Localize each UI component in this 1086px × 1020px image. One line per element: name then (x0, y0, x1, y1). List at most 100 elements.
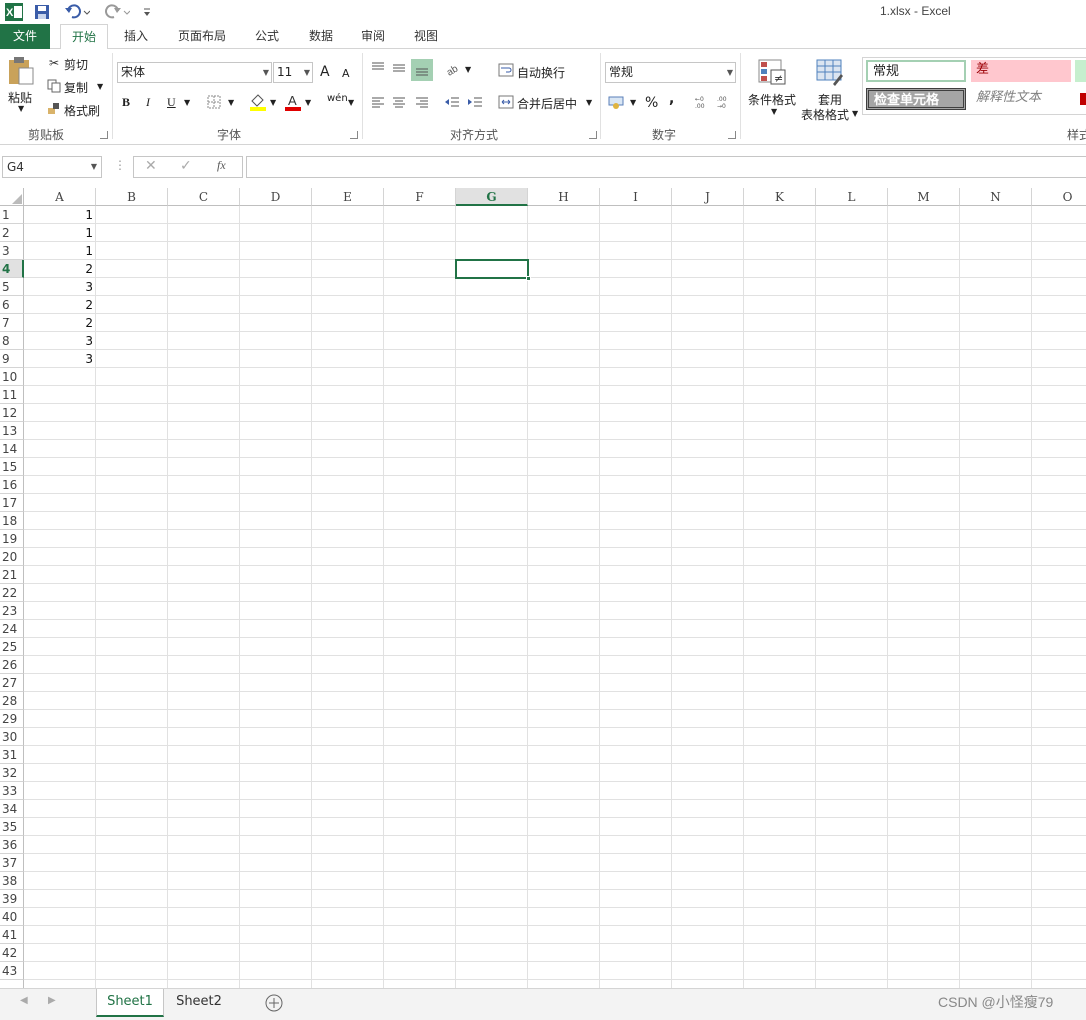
style-bad[interactable]: 差 (971, 60, 1071, 82)
row-header-37[interactable]: 37 (0, 854, 24, 872)
bold-button[interactable]: B (122, 95, 130, 110)
row-header-28[interactable]: 28 (0, 692, 24, 710)
row-header-24[interactable]: 24 (0, 620, 24, 638)
number-launcher-icon[interactable] (728, 131, 736, 139)
worksheet-grid[interactable]: ABCDEFGHIJKLMNO 1 2 3 4 5 6 7 8 9 10 11 12 13 14 15 16 1… (0, 188, 1086, 988)
row-header-29[interactable]: 29 (0, 710, 24, 728)
row-header-21[interactable]: 21 (0, 566, 24, 584)
format-as-table-line2[interactable]: 表格格式 (801, 106, 849, 123)
cancel-icon[interactable]: ✕ (145, 158, 157, 174)
font-name-select[interactable]: 宋体 ▼ (117, 62, 272, 83)
format-as-table-dropdown-icon[interactable]: ▼ (852, 109, 858, 118)
copy-dropdown-icon[interactable]: ▼ (97, 82, 103, 91)
shrink-font-button[interactable]: A (342, 67, 350, 80)
tab-view[interactable]: 视图 (403, 24, 449, 49)
add-sheet-icon[interactable] (264, 993, 284, 1013)
undo-icon[interactable] (62, 2, 92, 22)
row-header-3[interactable]: 3 (0, 242, 24, 260)
row-header-11[interactable]: 11 (0, 386, 24, 404)
row-header-25[interactable]: 25 (0, 638, 24, 656)
row-header-31[interactable]: 31 (0, 746, 24, 764)
conditional-dropdown-icon[interactable]: ▼ (771, 107, 777, 116)
row-header-30[interactable]: 30 (0, 728, 24, 746)
cell-a9[interactable]: 3 (24, 350, 96, 368)
increase-indent-icon[interactable] (466, 94, 484, 110)
row-header-23[interactable]: 23 (0, 602, 24, 620)
wrap-text-button[interactable]: 自动换行 (517, 64, 565, 81)
row-header-40[interactable]: 40 (0, 908, 24, 926)
row-header-20[interactable]: 20 (0, 548, 24, 566)
border-dropdown-icon[interactable]: ▼ (228, 98, 234, 107)
row-header-22[interactable]: 22 (0, 584, 24, 602)
row-header-14[interactable]: 14 (0, 440, 24, 458)
row-header-35[interactable]: 35 (0, 818, 24, 836)
percent-button[interactable]: % (645, 95, 658, 111)
formula-input[interactable] (246, 156, 1086, 178)
row-header-15[interactable]: 15 (0, 458, 24, 476)
merge-center-button[interactable]: 合并后居中 (517, 95, 577, 112)
column-header-k[interactable]: K (744, 188, 816, 206)
row-header-32[interactable]: 32 (0, 764, 24, 782)
row-header-12[interactable]: 12 (0, 404, 24, 422)
grow-font-button[interactable]: A (320, 64, 330, 80)
underline-dropdown-icon[interactable]: ▼ (184, 98, 190, 107)
italic-button[interactable]: I (146, 95, 150, 110)
scroll-left-icon[interactable]: ◀ (20, 995, 28, 1006)
align-top-icon[interactable] (369, 59, 387, 77)
tab-review[interactable]: 审阅 (350, 24, 396, 49)
style-check-cell[interactable]: 检查单元格 (866, 88, 966, 110)
fill-handle[interactable] (526, 276, 531, 281)
column-header-d[interactable]: D (240, 188, 312, 206)
row-header-39[interactable]: 39 (0, 890, 24, 908)
align-middle-icon[interactable] (390, 59, 408, 77)
column-header-f[interactable]: F (384, 188, 456, 206)
row-header-5[interactable]: 5 (0, 278, 24, 296)
row-header-43[interactable]: 43 (0, 962, 24, 980)
font-color-icon[interactable]: A (283, 93, 303, 111)
comma-button[interactable]: , (669, 91, 674, 107)
cell-a8[interactable]: 3 (24, 332, 96, 350)
row-header-36[interactable]: 36 (0, 836, 24, 854)
row-header-1[interactable]: 1 (0, 206, 24, 224)
cell-a3[interactable]: 1 (24, 242, 96, 260)
row-header-4[interactable]: 4 (0, 260, 24, 278)
cell-a1[interactable]: 1 (24, 206, 96, 224)
column-header-i[interactable]: I (600, 188, 672, 206)
merge-dropdown-icon[interactable]: ▼ (586, 98, 592, 107)
cut-button[interactable]: 剪切 (64, 56, 88, 73)
tab-data[interactable]: 数据 (298, 24, 344, 49)
column-header-n[interactable]: N (960, 188, 1032, 206)
column-header-b[interactable]: B (96, 188, 168, 206)
tab-insert[interactable]: 插入 (112, 24, 160, 49)
save-icon[interactable] (32, 2, 52, 22)
fill-color-dropdown-icon[interactable]: ▼ (270, 98, 276, 107)
alignment-launcher-icon[interactable] (589, 131, 597, 139)
copy-button[interactable]: 复制 (64, 79, 88, 96)
style-good-partial[interactable] (1075, 60, 1086, 82)
orientation-dropdown-icon[interactable]: ▼ (465, 65, 471, 74)
orientation-icon[interactable]: ab (444, 60, 464, 78)
border-icon[interactable] (206, 94, 222, 110)
tab-file[interactable]: 文件 (0, 24, 50, 49)
align-center-icon[interactable] (390, 94, 408, 110)
cell-a6[interactable]: 2 (24, 296, 96, 314)
column-header-c[interactable]: C (168, 188, 240, 206)
column-header-m[interactable]: M (888, 188, 960, 206)
align-right-icon[interactable] (413, 94, 431, 110)
paste-dropdown-icon[interactable]: ▼ (18, 104, 24, 113)
cell-a5[interactable]: 3 (24, 278, 96, 296)
accounting-format-icon[interactable] (607, 94, 627, 110)
paste-icon[interactable] (6, 55, 36, 87)
decrease-indent-icon[interactable] (443, 94, 461, 110)
font-size-select[interactable]: 11 ▼ (273, 62, 313, 83)
active-cell-selection[interactable] (455, 259, 531, 281)
scroll-right-icon[interactable]: ▶ (48, 995, 56, 1006)
align-left-icon[interactable] (369, 94, 387, 110)
formula-bar-grip-icon[interactable]: ⋮ (114, 158, 126, 172)
column-header-e[interactable]: E (312, 188, 384, 206)
row-header-7[interactable]: 7 (0, 314, 24, 332)
row-header-10[interactable]: 10 (0, 368, 24, 386)
enter-icon[interactable]: ✓ (180, 158, 192, 174)
conditional-formatting-button[interactable]: 条件格式 (748, 91, 796, 108)
underline-button[interactable]: U (167, 95, 176, 110)
